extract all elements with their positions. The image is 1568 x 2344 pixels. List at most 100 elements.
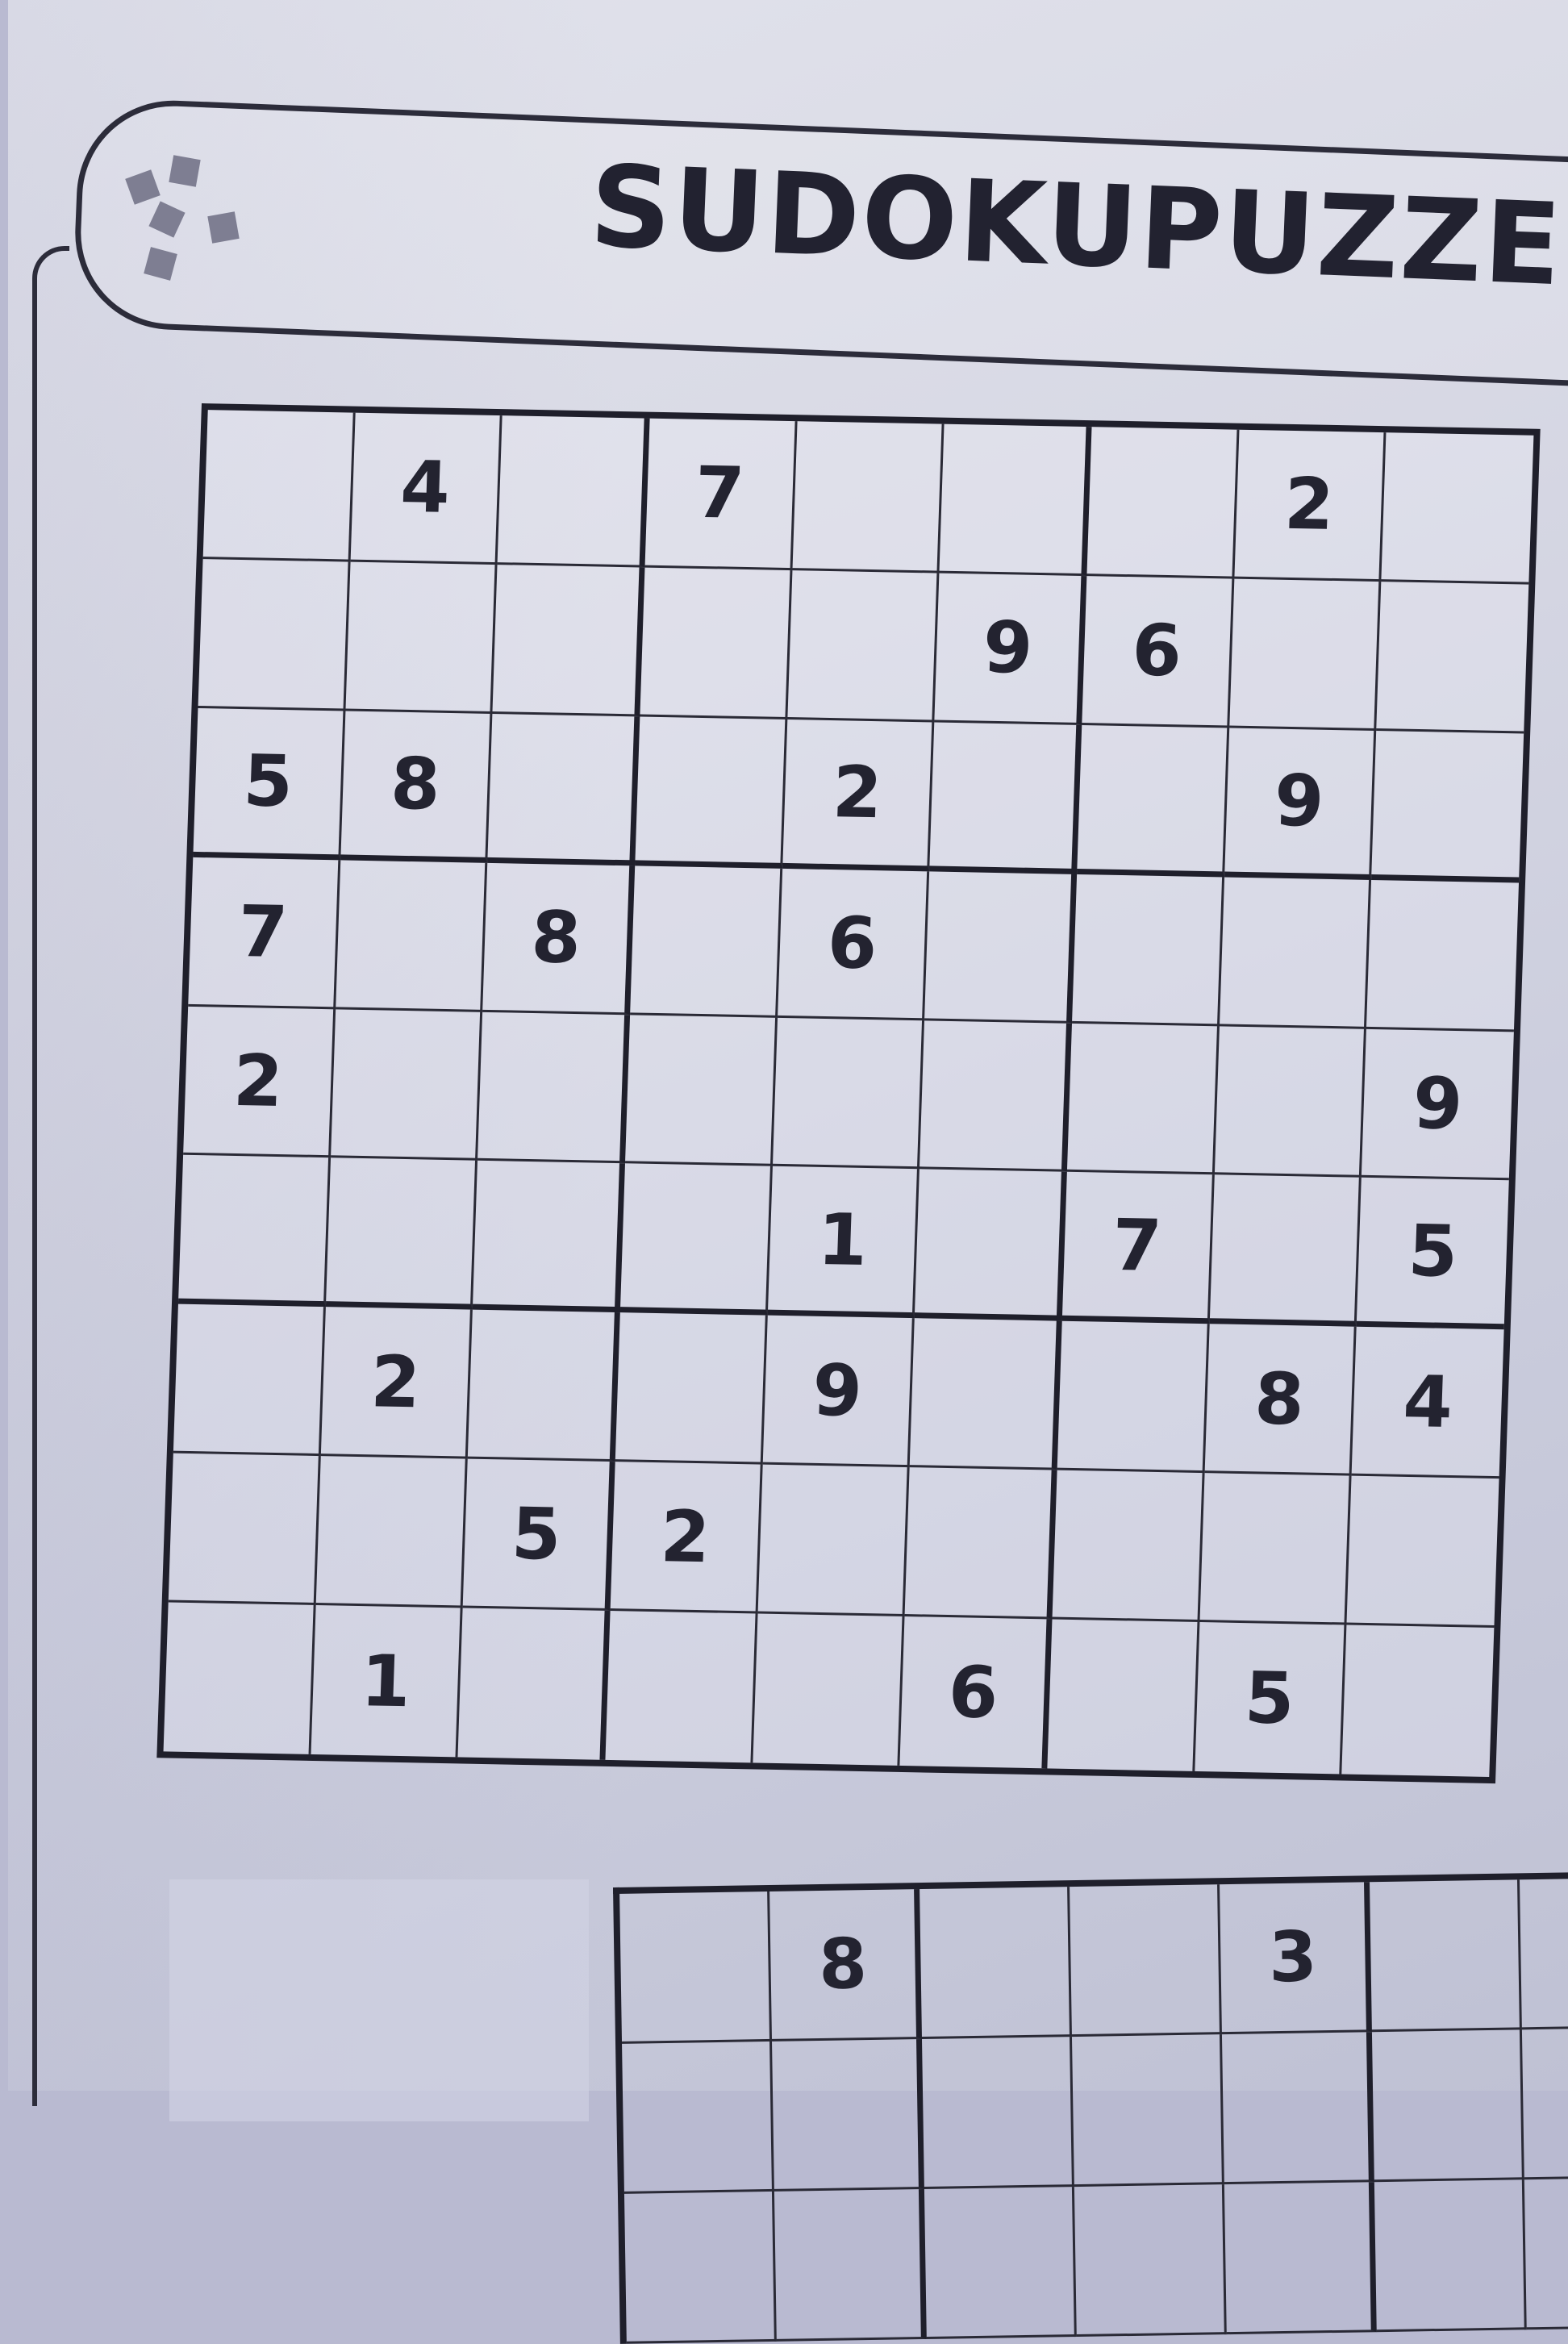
sudoku-cell[interactable] (202, 410, 356, 562)
sudoku-cell[interactable]: 8 (340, 711, 493, 863)
sudoku-cell[interactable] (492, 564, 645, 717)
sudoku-cell[interactable]: 5 (462, 1458, 615, 1612)
sudoku-cell[interactable]: 5 (1357, 1178, 1509, 1330)
sudoku-cell[interactable] (315, 1456, 469, 1608)
sudoku-cell[interactable] (163, 1602, 316, 1754)
next-sudoku-cell[interactable] (924, 2187, 1077, 2339)
next-sudoku-cell[interactable] (619, 1891, 773, 2044)
sudoku-cell[interactable] (615, 1312, 768, 1465)
sudoku-cell[interactable] (345, 561, 498, 714)
sudoku-cell[interactable] (939, 423, 1092, 576)
next-sudoku-cell[interactable] (1070, 1884, 1222, 2037)
sudoku-cell[interactable] (1342, 1625, 1495, 1777)
sudoku-cell[interactable]: 6 (777, 868, 930, 1020)
sudoku-cell[interactable]: 1 (767, 1166, 920, 1319)
next-sudoku-cell[interactable] (1370, 1879, 1522, 2033)
next-sudoku-cell[interactable] (774, 2188, 927, 2342)
next-sudoku-cell[interactable]: 8 (769, 1889, 923, 2042)
sudoku-cell[interactable] (1366, 879, 1520, 1032)
sudoku-cell[interactable] (904, 1467, 1057, 1620)
sudoku-cell[interactable] (619, 1163, 773, 1316)
sudoku-cell[interactable] (624, 1014, 778, 1167)
sudoku-cell[interactable] (1209, 1174, 1362, 1328)
sudoku-cell[interactable] (1199, 1473, 1352, 1625)
next-sudoku-cell[interactable] (1071, 2034, 1224, 2188)
sudoku-cell[interactable]: 8 (1204, 1324, 1357, 1476)
sudoku-cell[interactable] (1381, 432, 1534, 585)
next-sudoku-cell[interactable] (1521, 2027, 1568, 2180)
sudoku-cell[interactable] (477, 1011, 631, 1164)
next-sudoku-cell[interactable] (922, 2037, 1074, 2189)
sudoku-cell[interactable] (786, 569, 940, 723)
sudoku-cell[interactable] (1057, 1321, 1210, 1474)
sudoku-cell[interactable] (1346, 1475, 1499, 1629)
sudoku-cell[interactable] (468, 1309, 620, 1462)
sudoku-cell[interactable] (330, 1008, 483, 1162)
sudoku-cell[interactable]: 7 (644, 418, 798, 570)
sudoku-cell[interactable] (1219, 877, 1372, 1029)
sudoku-cell[interactable]: 2 (782, 719, 935, 872)
sudoku-cell[interactable] (1376, 581, 1529, 734)
sudoku-cell[interactable] (757, 1464, 910, 1617)
sudoku-cell[interactable] (473, 1161, 625, 1313)
sudoku-cell[interactable] (1228, 578, 1382, 731)
sudoku-cell[interactable] (198, 558, 351, 711)
sudoku-cell[interactable]: 4 (350, 412, 503, 565)
next-sudoku-cell[interactable] (920, 1887, 1072, 2040)
next-sudoku-cell[interactable] (1224, 2182, 1377, 2335)
sudoku-cell[interactable] (487, 713, 640, 866)
sudoku-cell[interactable]: 2 (1234, 429, 1387, 582)
sudoku-cell[interactable]: 9 (1362, 1028, 1514, 1181)
sudoku-cell[interactable] (457, 1608, 611, 1760)
sudoku-cell[interactable]: 7 (1061, 1172, 1215, 1324)
sudoku-cell[interactable]: 9 (762, 1316, 915, 1468)
sudoku-cell[interactable] (1072, 874, 1224, 1026)
sudoku-cell[interactable]: 6 (899, 1616, 1053, 1769)
sudoku-cell[interactable] (1086, 427, 1240, 579)
next-sudoku-cell[interactable]: 1 (1519, 1877, 1568, 2030)
sudoku-cell[interactable]: 7 (188, 857, 340, 1009)
sudoku-cell[interactable] (792, 421, 945, 573)
sudoku-cell[interactable]: 5 (1194, 1622, 1347, 1775)
sudoku-cell[interactable] (1047, 1619, 1200, 1771)
sudoku-cell[interactable] (635, 716, 787, 869)
sudoku-cell[interactable] (920, 1020, 1073, 1173)
sudoku-cell[interactable]: 6 (1082, 575, 1235, 728)
sudoku-cell[interactable] (924, 871, 1078, 1024)
next-sudoku-cell[interactable]: 3 (1220, 1882, 1372, 2035)
sudoku-cell[interactable]: 9 (934, 573, 1087, 725)
sudoku-cell[interactable] (640, 567, 793, 719)
sudoku-cell[interactable] (1214, 1025, 1367, 1178)
next-sudoku-cell[interactable] (1221, 2032, 1374, 2185)
sudoku-cell[interactable] (1371, 730, 1524, 883)
sudoku-cell[interactable]: 5 (193, 707, 346, 861)
sudoku-cell[interactable] (929, 722, 1082, 874)
next-sudoku-cell[interactable] (772, 2039, 924, 2192)
next-sudoku-cell[interactable] (1374, 2179, 1527, 2333)
sudoku-cell[interactable] (1077, 724, 1229, 878)
sudoku-cell[interactable]: 9 (1224, 728, 1377, 880)
next-sudoku-cell[interactable] (1371, 2029, 1524, 2183)
next-sudoku-cell[interactable] (1524, 2177, 1568, 2330)
sudoku-cell[interactable]: 2 (183, 1006, 336, 1158)
sudoku-cell[interactable] (173, 1303, 326, 1457)
sudoku-cell[interactable] (772, 1017, 925, 1170)
sudoku-cell[interactable] (605, 1611, 758, 1763)
sudoku-cell[interactable] (1052, 1470, 1205, 1623)
sudoku-cell[interactable] (335, 860, 488, 1012)
sudoku-cell[interactable] (915, 1169, 1067, 1322)
sudoku-cell[interactable] (1066, 1023, 1220, 1175)
sudoku-cell[interactable] (753, 1613, 905, 1766)
sudoku-cell[interactable]: 1 (311, 1605, 463, 1758)
sudoku-cell[interactable]: 2 (610, 1462, 763, 1614)
sudoku-cell[interactable] (177, 1155, 331, 1308)
sudoku-cell[interactable] (630, 865, 782, 1018)
sudoku-cell[interactable] (325, 1157, 478, 1310)
sudoku-cell[interactable] (909, 1318, 1062, 1470)
sudoku-cell[interactable]: 4 (1351, 1327, 1504, 1479)
sudoku-cell[interactable]: 2 (320, 1307, 473, 1459)
sudoku-cell[interactable]: 8 (482, 862, 636, 1015)
sudoku-cell[interactable] (168, 1453, 321, 1606)
sudoku-cell[interactable] (497, 415, 650, 568)
next-sudoku-cell[interactable] (1074, 2184, 1227, 2338)
